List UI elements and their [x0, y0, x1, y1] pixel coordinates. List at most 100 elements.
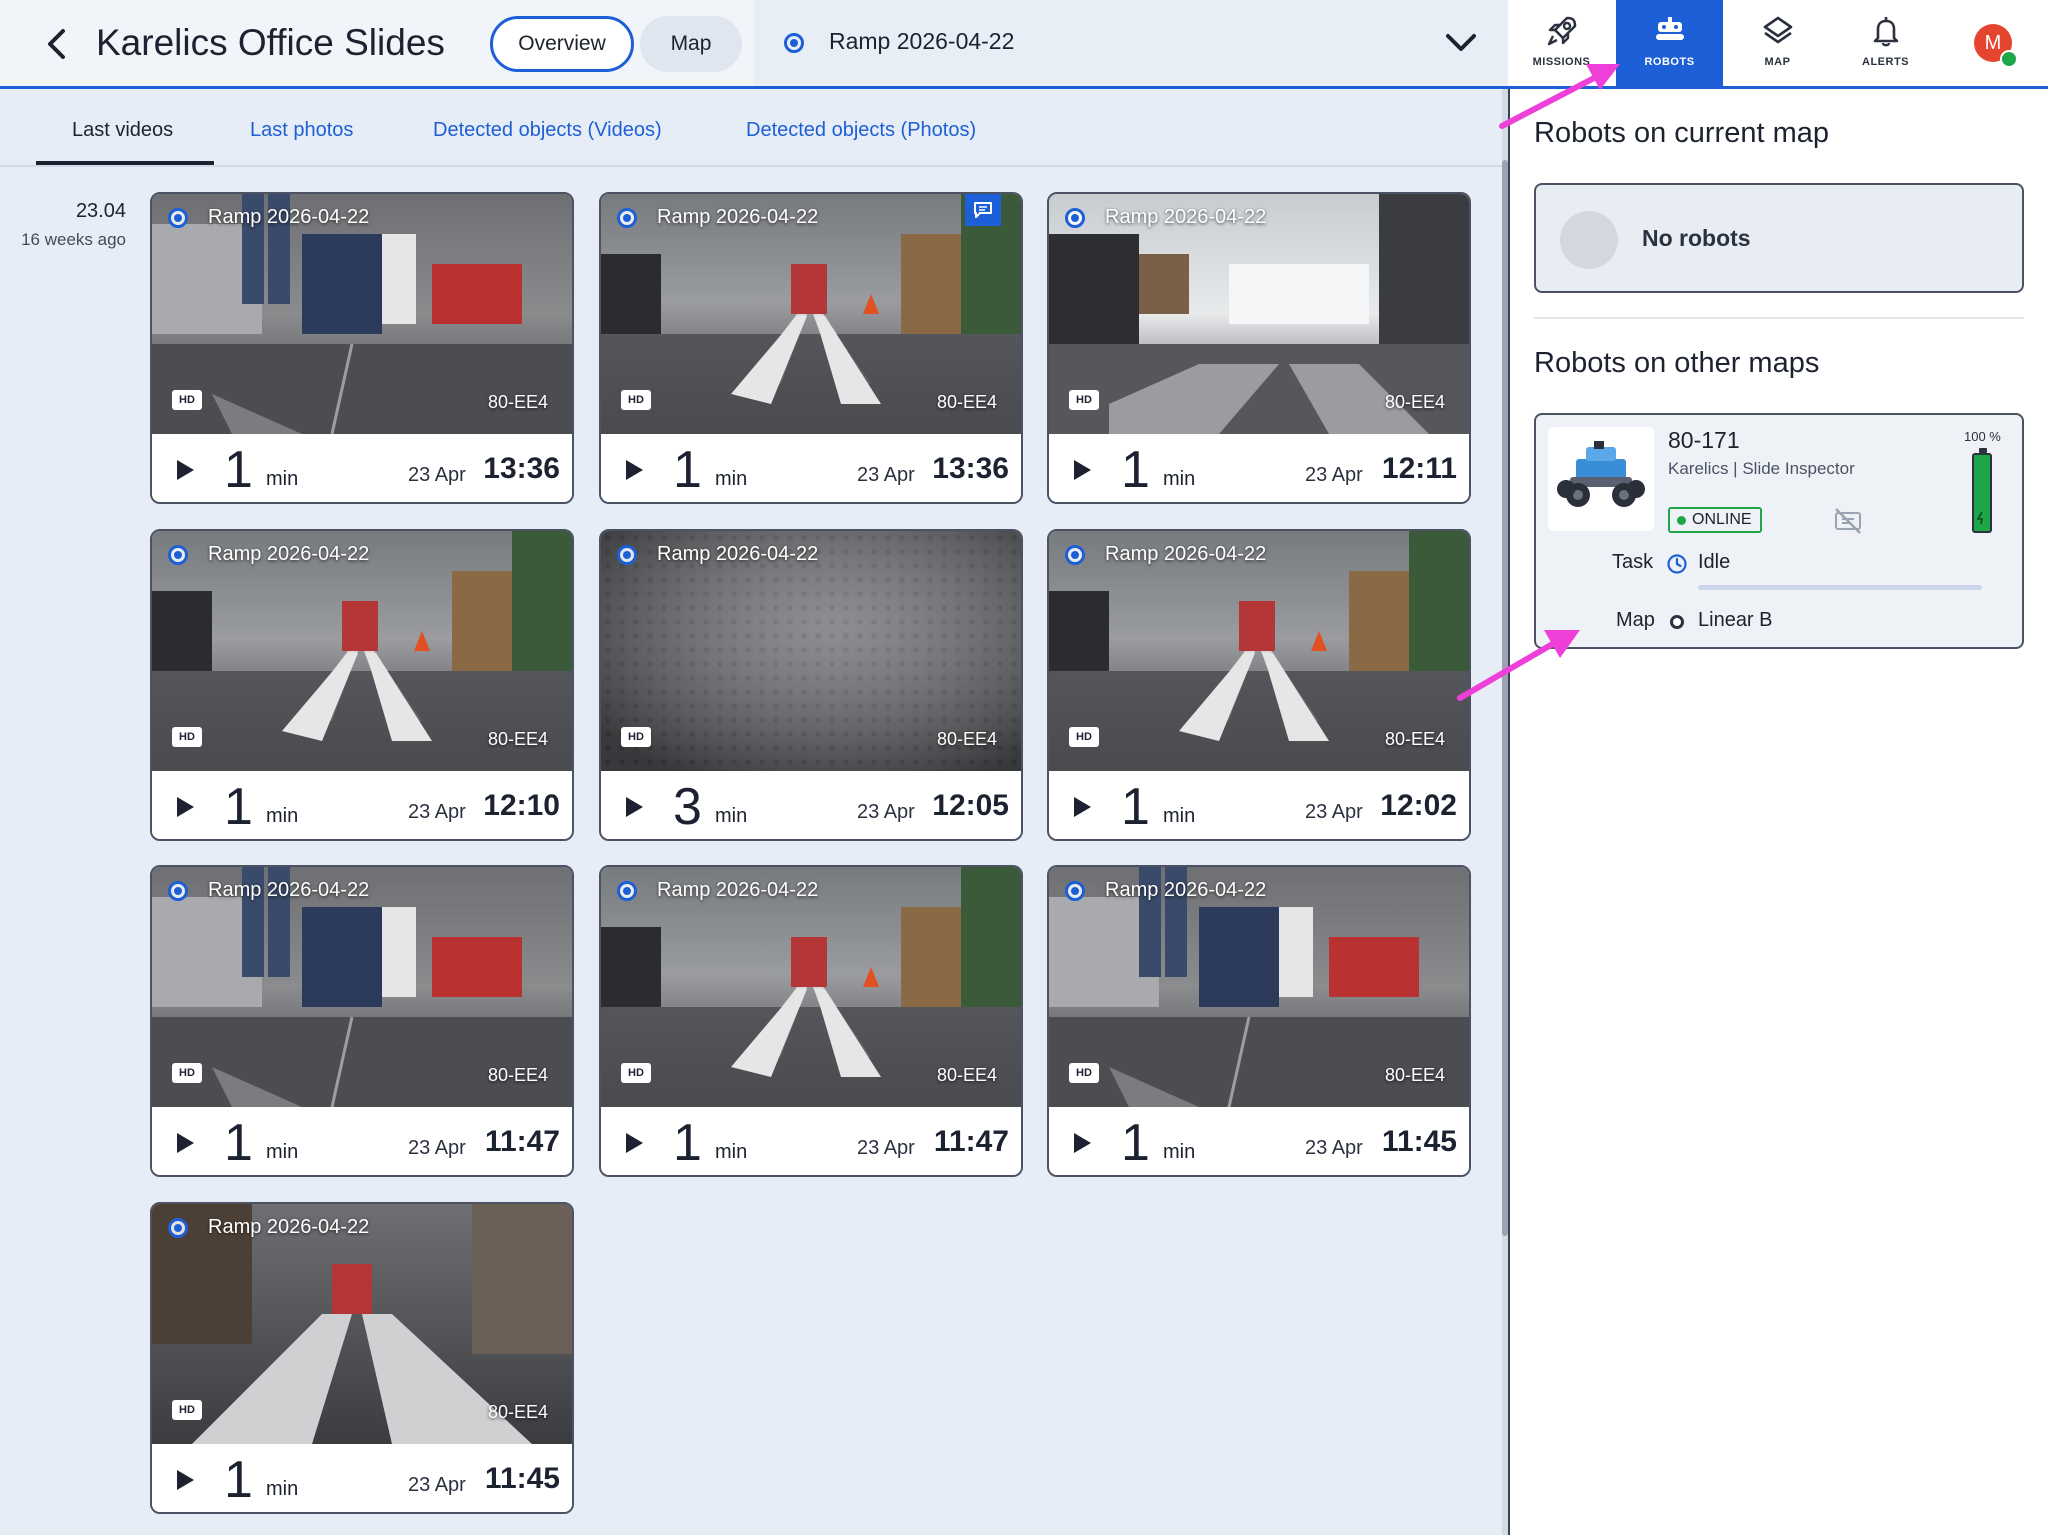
video-thumbnail[interactable]: Ramp 2026-04-22 HD 80-EE4	[601, 194, 1021, 434]
map-value: Linear B	[1698, 609, 1773, 631]
video-card[interactable]: Ramp 2026-04-22 HD 80-EE4 1 min 23 Apr 13:36	[599, 192, 1023, 504]
video-title: Ramp 2026-04-22	[208, 879, 370, 901]
video-duration-unit: min	[266, 805, 299, 827]
nav-robots[interactable]: ROBOTS	[1616, 0, 1723, 86]
video-duration: 1	[224, 1114, 253, 1172]
video-meta: 1 min 23 Apr 12:02	[1049, 771, 1469, 839]
video-date: 23 Apr	[857, 464, 915, 486]
battery-icon	[1972, 448, 1992, 533]
play-icon[interactable]	[174, 795, 196, 819]
video-time: 11:45	[484, 1462, 560, 1495]
date-group-date: 23.04	[75, 200, 126, 222]
hd-badge: HD	[1069, 727, 1099, 747]
video-thumbnail[interactable]: Ramp 2026-04-22 HD 80-EE4	[152, 194, 572, 434]
play-icon[interactable]	[174, 458, 196, 482]
video-duration: 1	[1121, 778, 1150, 836]
mission-dot-icon	[168, 881, 188, 901]
mission-dot-icon	[617, 208, 637, 228]
video-thumbnail[interactable]: Ramp 2026-04-22 HD 80-EE4	[1049, 531, 1469, 771]
battery-percent: 100 %	[1964, 429, 2001, 444]
video-meta: 1 min 23 Apr 11:47	[152, 1107, 572, 1175]
video-duration: 1	[224, 778, 253, 836]
video-time: 11:47	[484, 1125, 560, 1158]
nav-alerts[interactable]: ALERTS	[1832, 0, 1939, 86]
hd-badge: HD	[172, 1400, 202, 1420]
play-icon[interactable]	[1071, 795, 1093, 819]
task-label: Task	[1612, 551, 1654, 573]
rocket-icon	[1547, 16, 1576, 46]
video-robot-id: 80-EE4	[1384, 1065, 1445, 1085]
video-robot-id: 80-EE4	[936, 392, 997, 412]
video-card[interactable]: Ramp 2026-04-22 HD 80-EE4 1 min 23 Apr 11:47	[150, 865, 574, 1177]
task-value: Idle	[1698, 551, 1731, 573]
content-tabs: Last videos Last photos Detected objects…	[0, 89, 1508, 167]
robot-card[interactable]: 80-171 Karelics | Slide Inspector ONLINE…	[1534, 413, 2024, 649]
nav-missions[interactable]: MISSIONS	[1508, 0, 1615, 86]
hd-badge: HD	[1069, 390, 1099, 410]
nav-map[interactable]: MAP	[1724, 0, 1831, 86]
play-icon[interactable]	[1071, 458, 1093, 482]
mission-dot-icon	[1065, 545, 1085, 565]
video-robot-id: 80-EE4	[1384, 392, 1445, 412]
play-icon[interactable]	[623, 1131, 645, 1155]
mission-dot-icon	[168, 208, 188, 228]
video-card[interactable]: Ramp 2026-04-22 HD 80-EE4 1 min 23 Apr 12:02	[1047, 529, 1471, 841]
video-duration: 1	[673, 441, 702, 499]
tab-detected-objects-videos[interactable]: Detected objects (Videos)	[433, 119, 662, 142]
clock-icon	[1667, 554, 1687, 574]
robots-current-map-heading: Robots on current map	[1534, 117, 1829, 149]
video-duration-unit: min	[266, 468, 299, 490]
tab-map[interactable]: Map	[640, 16, 742, 72]
video-meta: 1 min 23 Apr 13:36	[601, 434, 1021, 502]
mission-dot-icon	[1065, 881, 1085, 901]
video-title: Ramp 2026-04-22	[208, 543, 370, 565]
play-icon[interactable]	[1071, 1131, 1093, 1155]
video-thumbnail[interactable]: Ramp 2026-04-22 HD 80-EE4	[152, 531, 572, 771]
video-meta: 1 min 23 Apr 13:36	[152, 434, 572, 502]
video-title: Ramp 2026-04-22	[1105, 543, 1267, 565]
play-icon[interactable]	[174, 1468, 196, 1492]
empty-robot-avatar	[1560, 211, 1618, 269]
video-meta: 1 min 23 Apr 11:45	[152, 1444, 572, 1512]
video-title: Ramp 2026-04-22	[208, 206, 370, 228]
play-icon[interactable]	[623, 458, 645, 482]
video-time: 12:10	[483, 789, 560, 822]
tab-detected-objects-photos[interactable]: Detected objects (Photos)	[746, 119, 976, 142]
video-card[interactable]: Ramp 2026-04-22 HD 80-EE4 1 min 23 Apr 13:36	[150, 192, 574, 504]
nav-robots-label: ROBOTS	[1644, 56, 1695, 68]
tab-overview[interactable]: Overview	[490, 16, 634, 72]
comment-icon[interactable]	[965, 194, 1001, 226]
video-card[interactable]: Ramp 2026-04-22 HD 80-EE4 1 min 23 Apr 11:47	[599, 865, 1023, 1177]
video-thumbnail[interactable]: Ramp 2026-04-22 HD 80-EE4	[601, 531, 1021, 771]
video-duration: 1	[1121, 1114, 1150, 1172]
video-duration: 1	[1121, 441, 1150, 499]
video-duration: 3	[673, 778, 702, 836]
back-button[interactable]	[36, 24, 76, 64]
video-card[interactable]: Ramp 2026-04-22 HD 80-EE4 1 min 23 Apr 11:45	[1047, 865, 1471, 1177]
mission-select[interactable]: Ramp 2026-04-22	[754, 0, 1508, 86]
mission-dot-icon	[784, 33, 804, 53]
video-card[interactable]: Ramp 2026-04-22 HD 80-EE4 1 min 23 Apr 11:45	[150, 1202, 574, 1514]
avatar-online-indicator	[2000, 50, 2018, 68]
play-icon[interactable]	[174, 1131, 196, 1155]
nav-missions-label: MISSIONS	[1532, 56, 1591, 68]
camera-off-icon[interactable]	[1832, 505, 1864, 535]
video-card[interactable]: Ramp 2026-04-22 HD 80-EE4 1 min 23 Apr 12:10	[150, 529, 574, 841]
video-thumbnail[interactable]: Ramp 2026-04-22 HD 80-EE4	[601, 867, 1021, 1107]
tab-last-videos[interactable]: Last videos	[72, 119, 173, 142]
video-title: Ramp 2026-04-22	[657, 543, 819, 565]
tab-last-photos[interactable]: Last photos	[250, 119, 353, 142]
video-duration: 1	[224, 1451, 253, 1509]
video-thumbnail[interactable]: Ramp 2026-04-22 HD 80-EE4	[1049, 867, 1469, 1107]
video-thumbnail[interactable]: Ramp 2026-04-22 HD 80-EE4	[152, 1204, 572, 1444]
video-title: Ramp 2026-04-22	[208, 1216, 370, 1238]
map-dot-icon	[1670, 615, 1684, 629]
video-duration-unit: min	[715, 468, 748, 490]
video-card[interactable]: Ramp 2026-04-22 HD 80-EE4 3 min 23 Apr 12:05	[599, 529, 1023, 841]
video-card[interactable]: Ramp 2026-04-22 HD 80-EE4 1 min 23 Apr 12:11	[1047, 192, 1471, 504]
video-thumbnail[interactable]: Ramp 2026-04-22 HD 80-EE4	[152, 867, 572, 1107]
video-thumbnail[interactable]: Ramp 2026-04-22 HD 80-EE4	[1049, 194, 1469, 434]
video-duration-unit: min	[1163, 1141, 1196, 1163]
play-icon[interactable]	[623, 795, 645, 819]
video-duration: 1	[224, 441, 253, 499]
